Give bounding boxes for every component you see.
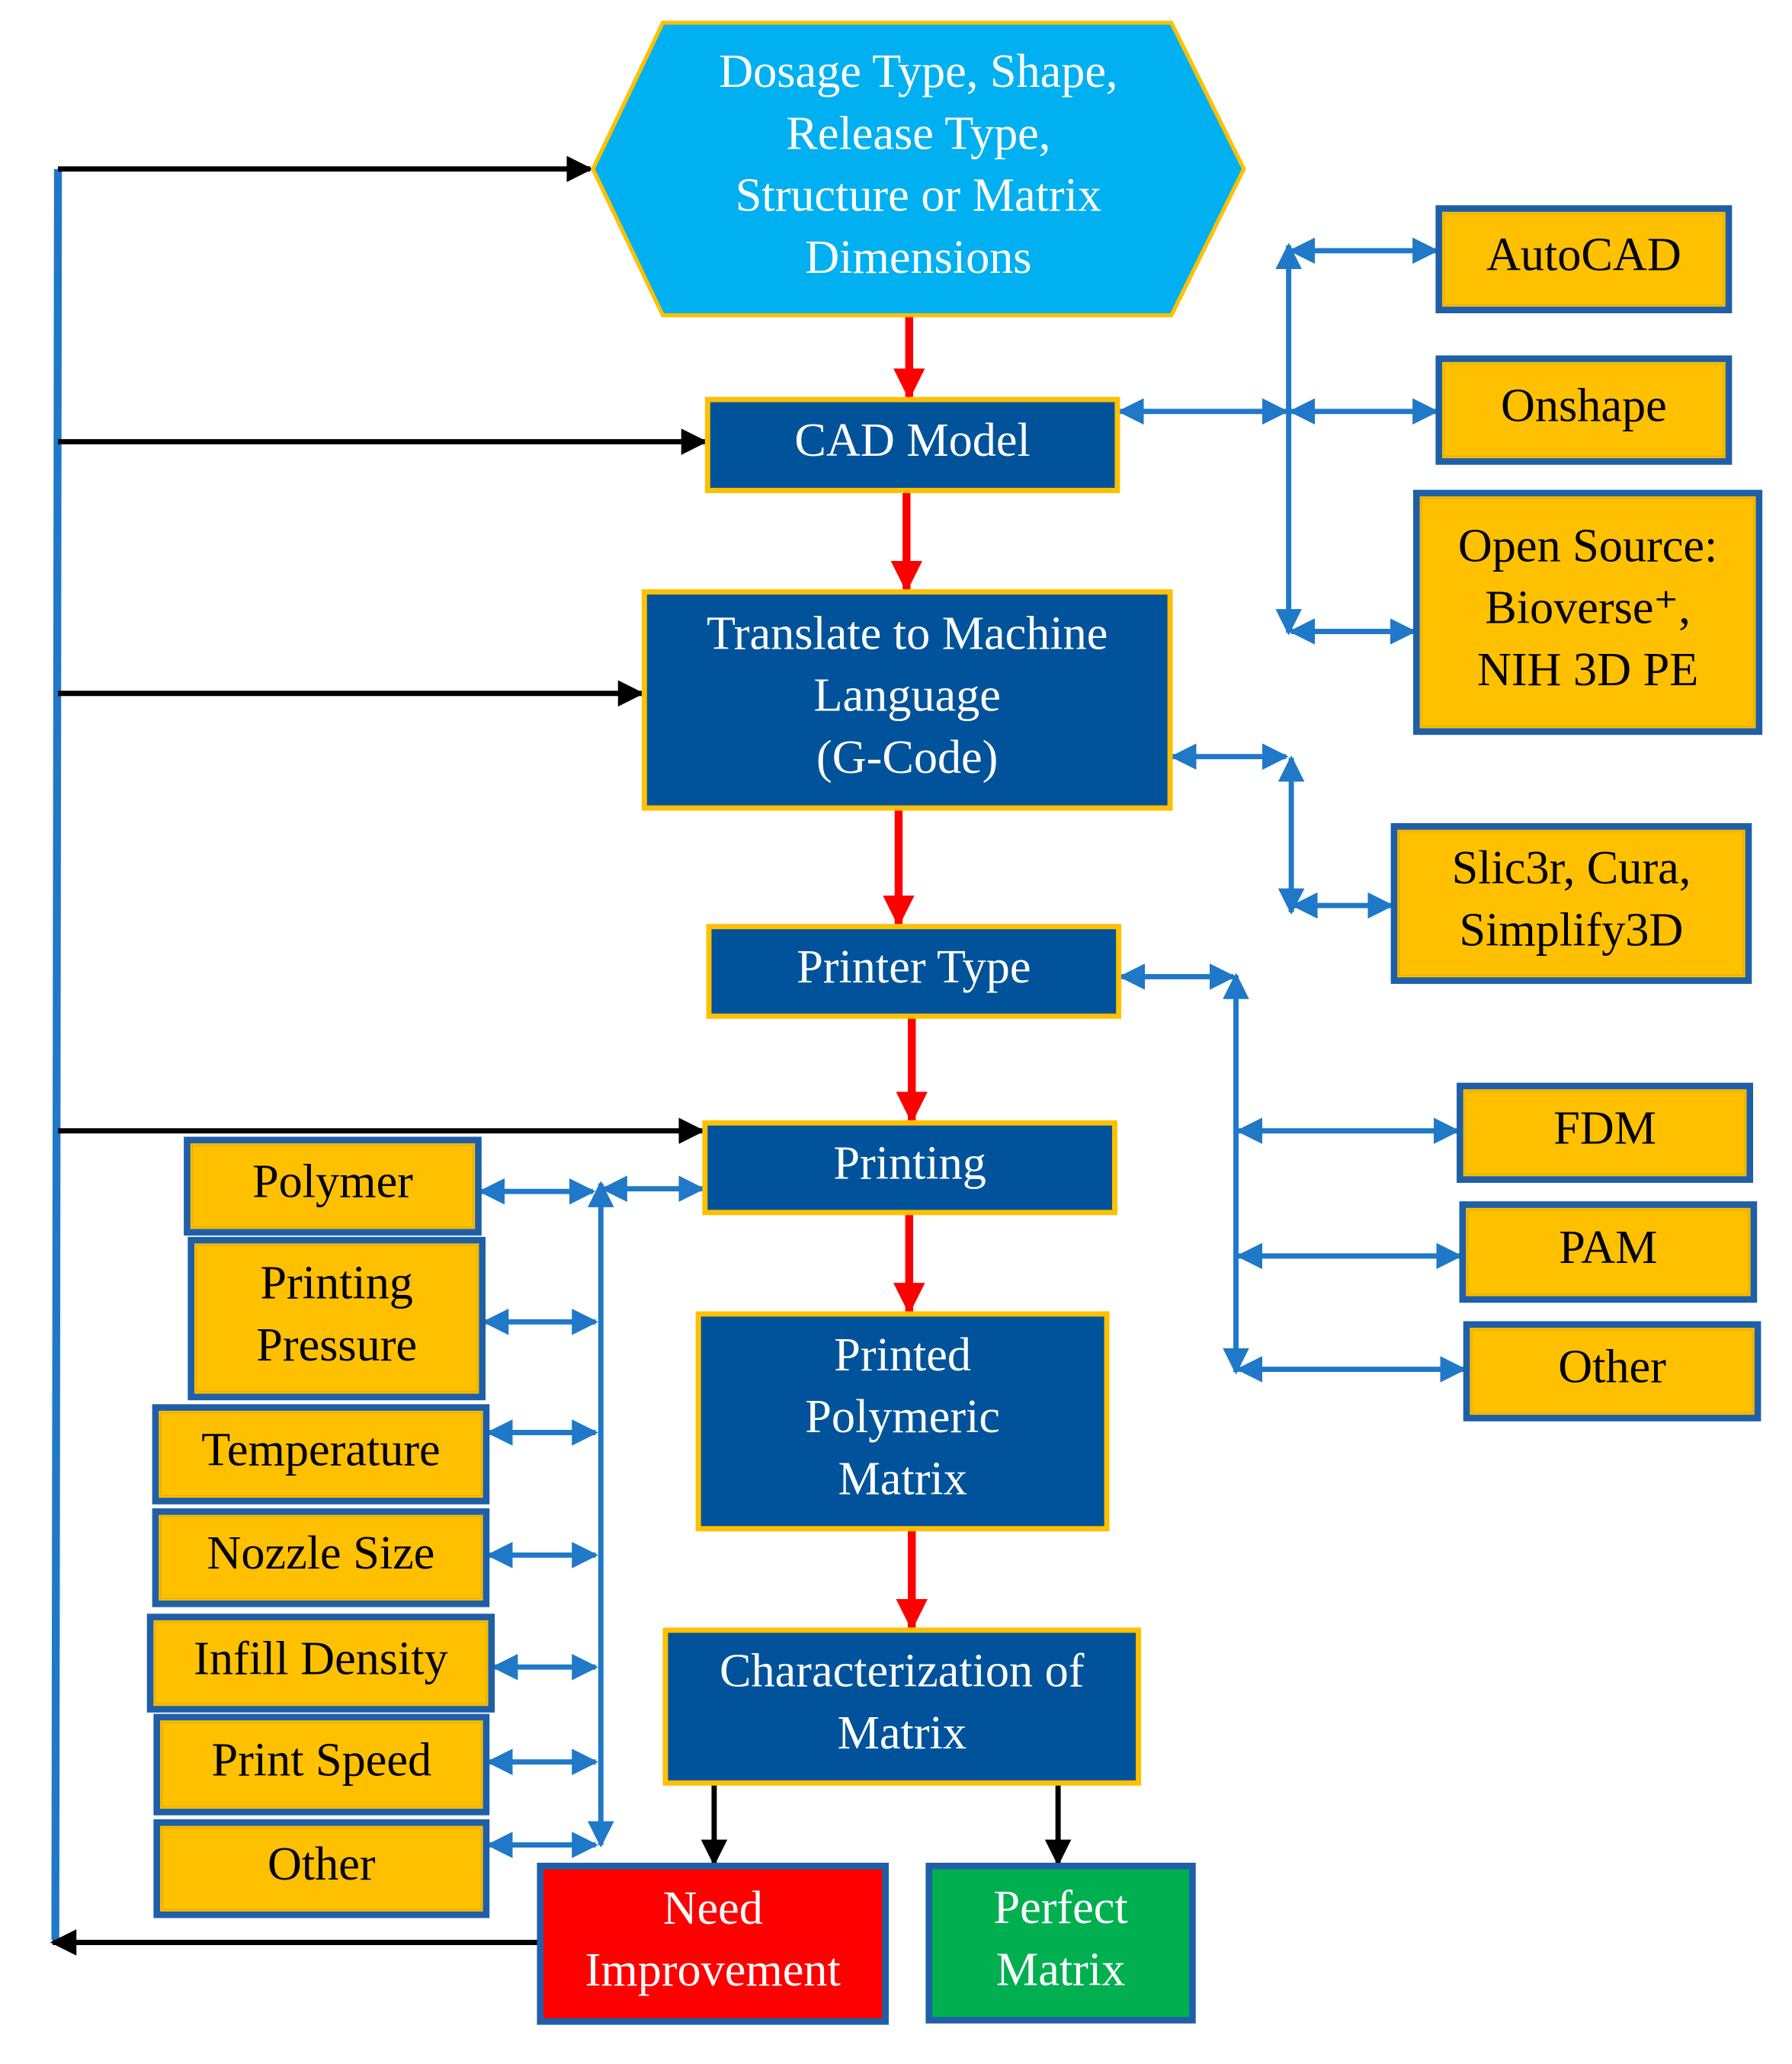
- characterization-box: Characterization of Matrix: [662, 1627, 1142, 1786]
- cad-software-box-label: Bioverse⁺,: [1485, 582, 1691, 634]
- printer-type-box-label: Printer Type: [797, 941, 1031, 993]
- translate-box-label: Translate to Machine: [707, 607, 1108, 659]
- parameter-box-label: Print Speed: [211, 1734, 431, 1786]
- parameter-box: Print Speed: [153, 1713, 490, 1816]
- parameter-box: Printing Pressure: [188, 1236, 486, 1401]
- flowchart: Dosage Type, Shape, Release Type, Structur…: [50, 21, 1763, 2025]
- parameter-box: Polymer: [184, 1136, 482, 1236]
- parameter-box-label: Pressure: [256, 1319, 417, 1371]
- parameter-box-label: Polymer: [252, 1156, 413, 1208]
- printed-matrix-box-label: Polymeric: [805, 1391, 1000, 1443]
- characterization-box-label: Characterization of: [720, 1646, 1085, 1697]
- cad-software-box: Open Source: Bioverse⁺, NIH 3D PE: [1413, 489, 1763, 736]
- perfect-matrix-box-label: Perfect: [993, 1882, 1127, 1934]
- parameter-box: Infill Density: [146, 1614, 495, 1713]
- need-improvement-box-label: Improvement: [585, 1944, 841, 1996]
- feedback-loop-line: [51, 168, 63, 1941]
- translate-box-label: (G-Code): [816, 732, 998, 784]
- parameter-box: Nozzle Size: [152, 1508, 490, 1607]
- characterization-box-label: Matrix: [838, 1707, 967, 1759]
- printer-type-box: Printer Type: [706, 924, 1122, 1019]
- cad-software-box-label: NIH 3D PE: [1477, 644, 1698, 696]
- printer-option-box-label: Other: [1558, 1341, 1666, 1393]
- parameter-box-label: Printing: [260, 1258, 413, 1309]
- cad-software-box: AutoCAD: [1435, 205, 1733, 314]
- printing-box: Printing: [702, 1120, 1117, 1216]
- slicer-box-label: Slic3r, Cura,: [1452, 842, 1691, 894]
- cad-model-box: CAD Model: [704, 396, 1120, 493]
- need-improvement-box: Need Improvement: [537, 1862, 889, 2025]
- printed-matrix-box-label: Matrix: [838, 1453, 967, 1505]
- cad-software-box-label: Onshape: [1501, 380, 1667, 431]
- slicer-box: Slic3r, Cura, Simplify3D: [1390, 823, 1752, 984]
- printed-matrix-box-label: Printed: [834, 1329, 971, 1381]
- printer-option-box-label: PAM: [1559, 1222, 1657, 1274]
- parameter-box: Other: [153, 1819, 490, 1918]
- parameter-box-label: Infill Density: [194, 1633, 448, 1684]
- printing-box-label: Printing: [833, 1137, 986, 1189]
- input-hexagon-label: Structure or Matrix: [736, 170, 1101, 222]
- translate-box: Translate to Machine Language (G-Code): [641, 589, 1173, 811]
- printer-option-box-label: FDM: [1553, 1103, 1656, 1155]
- printed-matrix-box: Printed Polymeric Matrix: [695, 1311, 1110, 1532]
- translate-box-label: Language: [814, 670, 1001, 722]
- perfect-matrix-box-label: Matrix: [996, 1944, 1125, 1995]
- input-hexagon-label: Release Type,: [786, 107, 1050, 159]
- cad-software-box: Onshape: [1435, 355, 1733, 465]
- input-hexagon-label: Dosage Type, Shape,: [719, 46, 1117, 98]
- parameter-box-label: Temperature: [201, 1424, 440, 1476]
- printer-option-box: FDM: [1457, 1082, 1754, 1183]
- parameter-box-label: Other: [268, 1838, 376, 1890]
- perfect-matrix-box: Perfect Matrix: [925, 1862, 1196, 2024]
- input-hexagon: Dosage Type, Shape, Release Type, Structur…: [591, 21, 1246, 318]
- parameter-box: Temperature: [152, 1404, 490, 1505]
- cad-software-box-label: Open Source:: [1458, 520, 1717, 572]
- need-improvement-box-label: Need: [663, 1883, 763, 1934]
- parameter-box-label: Nozzle Size: [207, 1527, 435, 1579]
- printer-option-box: PAM: [1459, 1201, 1758, 1303]
- printer-option-box: Other: [1463, 1321, 1762, 1421]
- cad-model-box-label: CAD Model: [794, 415, 1030, 466]
- slicer-box-label: Simplify3D: [1460, 904, 1684, 956]
- cad-software-box-label: AutoCAD: [1486, 229, 1681, 280]
- input-hexagon-label: Dimensions: [805, 232, 1031, 284]
